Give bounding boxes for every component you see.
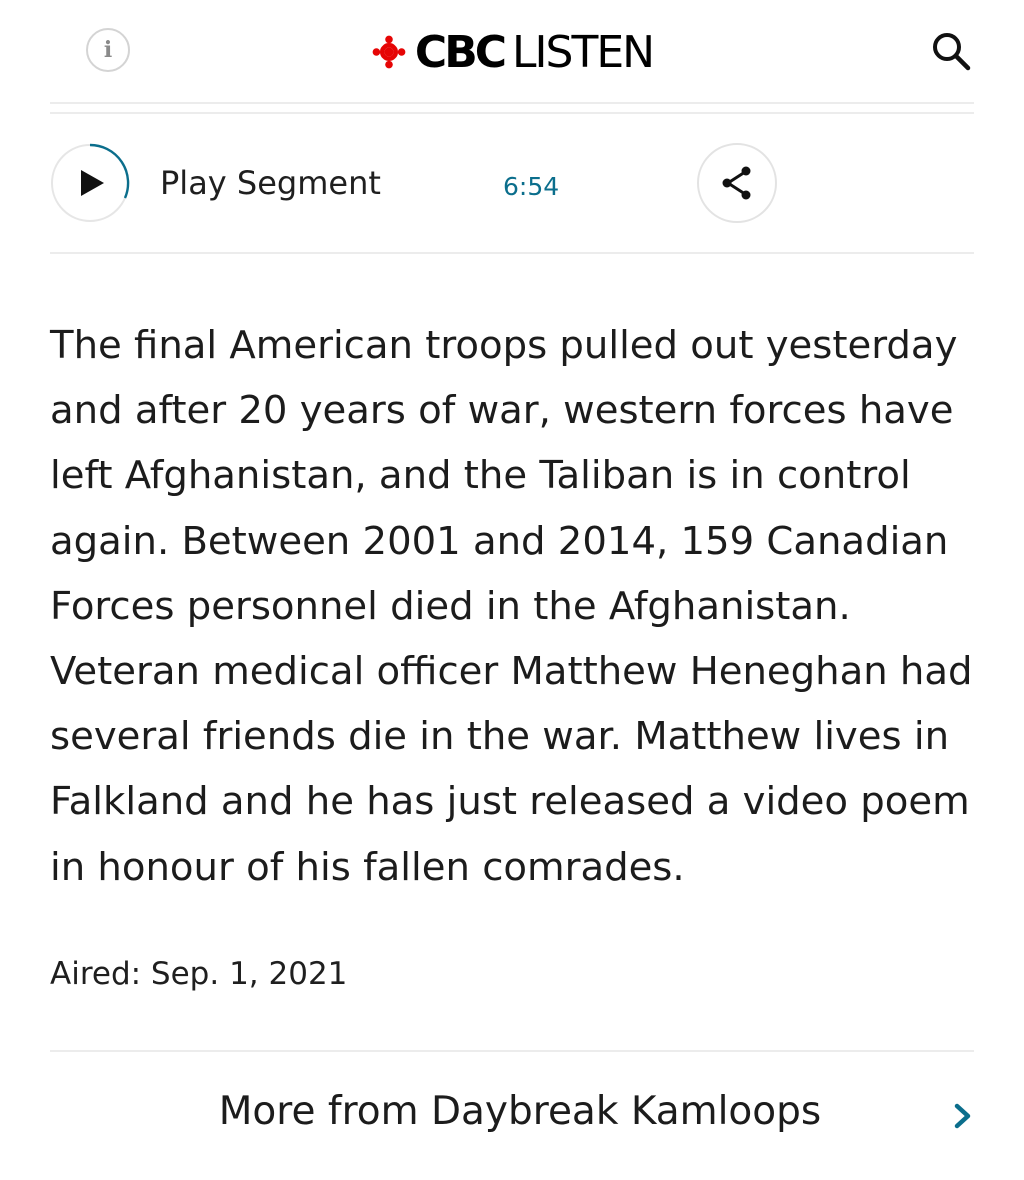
info-icon-glyph: i — [103, 37, 113, 63]
search-icon[interactable] — [928, 28, 974, 74]
cbc-gem-icon — [372, 35, 406, 69]
play-icon — [51, 143, 130, 222]
play-segment-label[interactable]: Play Segment — [160, 164, 381, 202]
play-button[interactable] — [50, 143, 130, 223]
segment-page: i CBC LISTEN Play Segment 6:54 The final… — [0, 0, 1024, 1180]
segment-duration: 6:54 — [503, 172, 560, 201]
share-button[interactable] — [697, 143, 777, 223]
search-icon-graphic — [933, 33, 971, 71]
app-header: i CBC LISTEN — [50, 0, 974, 102]
aired-date: Aired: Sep. 1, 2021 — [50, 955, 348, 992]
segment-player: Play Segment 6:54 — [50, 114, 974, 252]
chevron-right-icon — [954, 1103, 971, 1129]
header-divider — [50, 102, 974, 114]
cbc-listen-logo[interactable]: CBC LISTEN — [371, 26, 655, 78]
share-icon — [722, 166, 751, 200]
logo-listen: LISTEN — [512, 26, 655, 78]
segment-description: The final American troops pulled out yes… — [50, 323, 973, 890]
more-from-show-link[interactable]: More from Daybreak Kamloops — [50, 1052, 974, 1172]
info-icon[interactable]: i — [86, 28, 130, 72]
logo-wordmark: CBC LISTEN — [414, 26, 655, 78]
player-divider — [50, 252, 974, 254]
logo-cbc: CBC — [414, 26, 507, 78]
more-from-show-label: More from Daybreak Kamloops — [218, 1089, 822, 1135]
